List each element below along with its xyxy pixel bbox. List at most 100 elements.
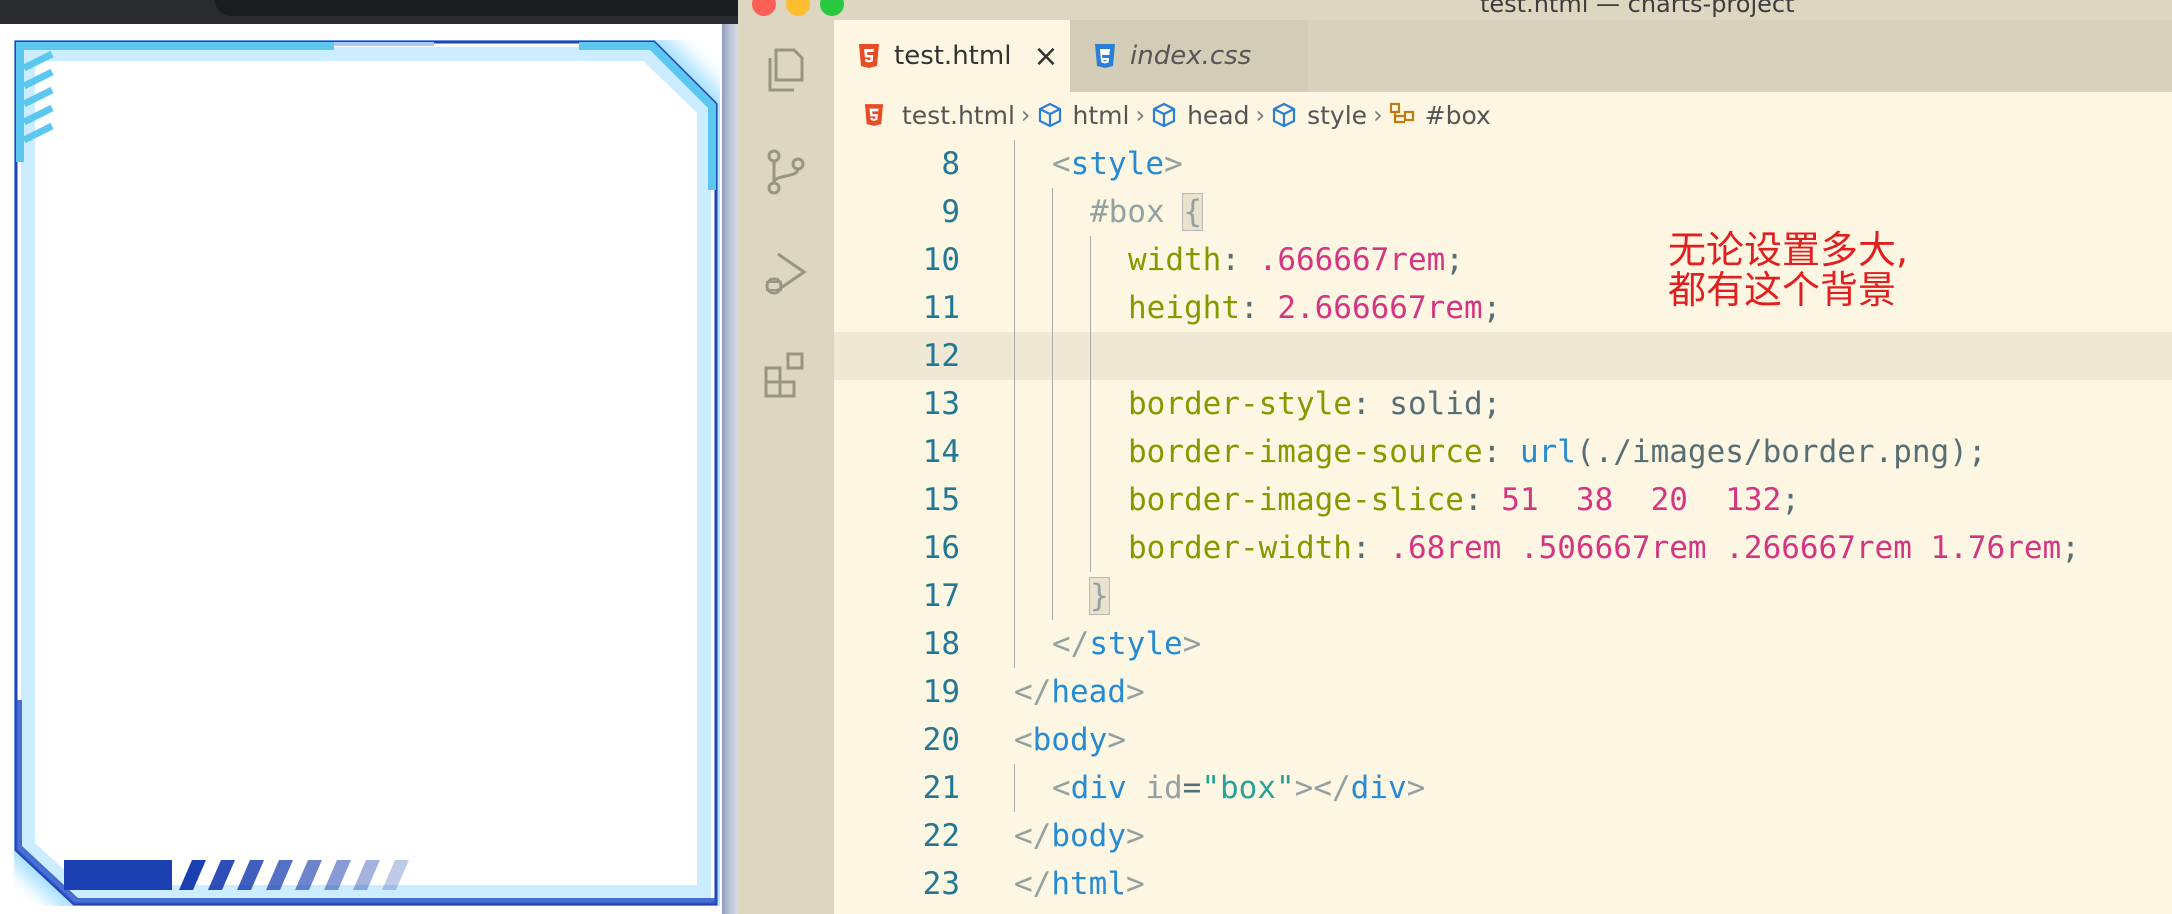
code-token: id (1145, 770, 1183, 806)
code-token: 2.666667rem (1277, 290, 1483, 326)
css3-icon (1095, 44, 1115, 68)
code-area[interactable]: 8 <style> 9 #box {10 width: .666667rem; 11 hei… (834, 140, 2172, 914)
code-line[interactable]: 17} (834, 572, 2172, 620)
code-token: : (1463, 482, 1502, 518)
line-number: 18 (922, 626, 960, 662)
breadcrumb-item-style[interactable]: style (1271, 101, 1367, 130)
code-line[interactable]: 23 </html> (834, 860, 2172, 908)
selector-icon (1389, 102, 1414, 124)
run-debug-icon[interactable] (760, 248, 812, 300)
breadcrumb-label: html (1072, 100, 1130, 130)
cube-icon (1038, 102, 1061, 128)
indent-guide (1014, 236, 1015, 284)
line-number: 8 (941, 146, 960, 182)
code-token: </ (1014, 866, 1052, 902)
code-line[interactable]: 22 </body> (834, 812, 2172, 860)
tab-index-css[interactable]: index.css (1070, 20, 1308, 92)
tab-test-html[interactable]: test.html × (834, 20, 1070, 92)
tech-border-frame (14, 40, 720, 906)
indent-guide (1052, 236, 1053, 284)
line-number: 15 (922, 482, 960, 518)
line-number: 19 (922, 674, 960, 710)
line-number: 17 (922, 578, 960, 614)
code-token: 51 38 20 132 (1501, 482, 1782, 518)
breadcrumb-label: head (1187, 100, 1250, 130)
indent-guide (1014, 572, 1015, 620)
indent-guide (1052, 476, 1053, 524)
indent-guide (1014, 188, 1015, 236)
indent-guide (1052, 524, 1053, 572)
code-line[interactable]: 19 </head> (834, 668, 2172, 716)
chevron-right-icon: › (1135, 101, 1146, 129)
code-token: ></ (1294, 770, 1351, 806)
code-line[interactable]: 21 <div id="box"></div> (834, 764, 2172, 812)
code-text: #box { (1090, 188, 1203, 236)
close-window-button[interactable] (752, 0, 776, 16)
code-line[interactable]: 20 <body> (834, 716, 2172, 764)
code-text: width: .666667rem; (1128, 236, 1464, 284)
annotation-line-1: 无论设置多大, (1668, 228, 1909, 272)
extensions-icon[interactable] (760, 350, 812, 402)
breadcrumb-item-file[interactable]: test.html (864, 101, 1015, 130)
indent-guide (1014, 764, 1015, 812)
code-token: </ (1014, 674, 1052, 710)
code-token: border-style (1128, 386, 1352, 422)
indent-guide (1090, 428, 1091, 476)
maximize-window-button[interactable] (820, 0, 844, 16)
code-token: ; (1482, 290, 1502, 326)
code-line[interactable]: 10 width: .666667rem; (834, 236, 2172, 284)
indent-guide (1090, 236, 1091, 284)
code-token: solid (1389, 386, 1483, 422)
code-token: div (1350, 770, 1407, 806)
code-token: < (1052, 146, 1071, 182)
breadcrumb-item-head[interactable]: head (1151, 100, 1250, 130)
code-token: ; (1781, 482, 1800, 518)
tab-label: index.css (1130, 41, 1252, 71)
code-token: { (1182, 193, 1203, 231)
code-token: border-image-source (1128, 434, 1483, 470)
line-number: 13 (922, 386, 960, 422)
code-token: ; (1967, 434, 1987, 470)
code-line[interactable]: 9 #box { (834, 188, 2172, 236)
code-line[interactable]: 15 border-image-slice: 51 38 20 132; (834, 476, 2172, 524)
code-token: ; (2061, 530, 2080, 566)
code-text: height: 2.666667rem; (1128, 284, 1501, 332)
chevron-right-icon: › (1373, 101, 1383, 129)
code-token: > (1125, 866, 1145, 902)
source-control-icon[interactable] (760, 146, 812, 198)
code-token: > (1125, 674, 1145, 710)
breadcrumb-label: #box (1424, 100, 1491, 130)
breadcrumb-item-html[interactable]: html (1037, 100, 1130, 130)
code-token: height (1128, 290, 1240, 326)
indent-guide (1014, 476, 1015, 524)
code-token: : (1482, 434, 1520, 470)
code-line[interactable]: 14 border-image-source: url(./images/bord… (834, 428, 2172, 476)
code-text: <body> (1014, 716, 1126, 764)
breadcrumb-item-selector[interactable]: #box (1389, 101, 1491, 130)
explorer-icon[interactable] (760, 44, 812, 96)
browser-toolbar (0, 0, 738, 24)
breadcrumb: test.html › html › head › style › #box (834, 92, 2172, 138)
code-token: .666667rem (1258, 242, 1446, 278)
minimize-window-button[interactable] (786, 0, 810, 16)
code-token: border-width (1128, 530, 1352, 566)
line-number: 10 (922, 242, 960, 278)
code-line[interactable]: 16 border-width: .68rem .506667rem .26666… (834, 524, 2172, 572)
code-line[interactable]: 8 <style> (834, 140, 2172, 188)
code-line[interactable]: 13 border-style: solid; (834, 380, 2172, 428)
indent-guide (1090, 380, 1091, 428)
code-token: ; (1445, 242, 1464, 278)
line-number: 23 (922, 866, 960, 902)
code-line[interactable]: 12 (834, 332, 2172, 380)
annotation-note: 无论设置多大, 都有这个背景 (1668, 230, 1908, 310)
close-tab-button[interactable]: × (1033, 39, 1058, 74)
code-line[interactable]: 11 height: 2.666667rem; (834, 284, 2172, 332)
code-token: (./images/border.png) (1575, 434, 1968, 470)
address-bar[interactable] (215, 0, 738, 16)
chevron-right-icon: › (1255, 101, 1266, 129)
code-line[interactable]: 18 </style> (834, 620, 2172, 668)
line-number: 21 (922, 770, 960, 806)
cube-icon (1273, 102, 1296, 128)
code-token: < (1014, 722, 1033, 758)
code-token: </ (1052, 626, 1090, 662)
